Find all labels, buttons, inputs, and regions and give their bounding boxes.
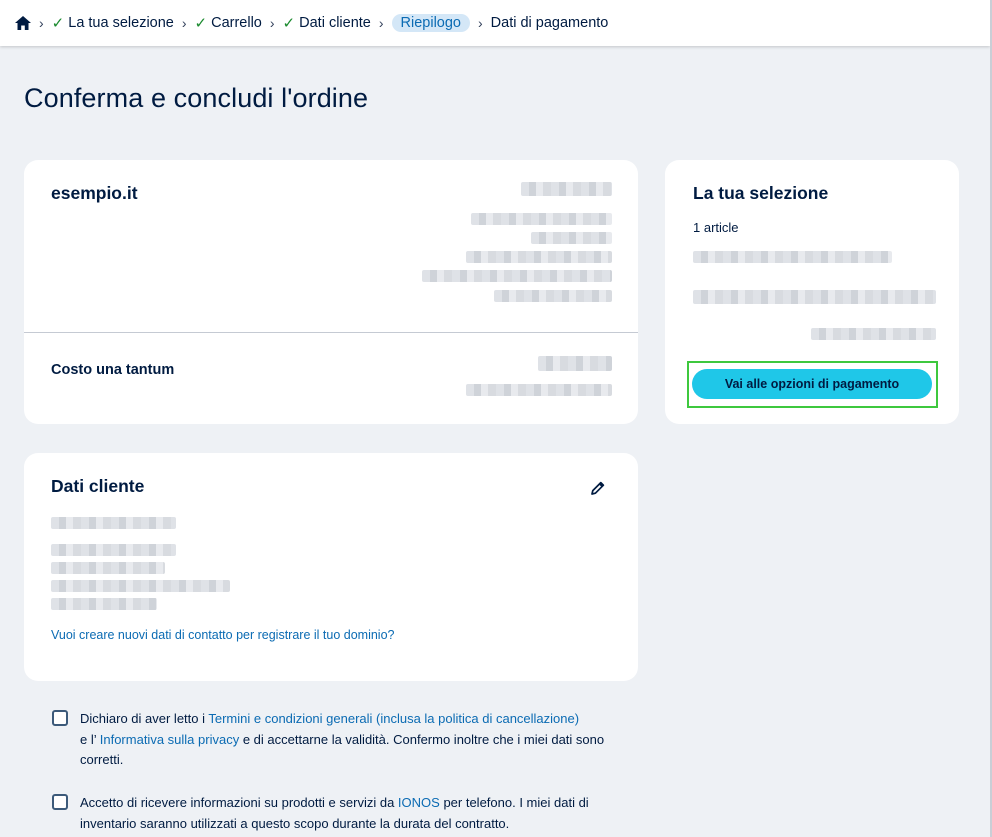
article-count: 1 article bbox=[693, 220, 739, 235]
redacted-text bbox=[521, 182, 612, 196]
terms-consent: Dichiaro di aver letto i Termini e condi… bbox=[52, 709, 612, 771]
redacted-text bbox=[51, 580, 230, 592]
selection-title: La tua selezione bbox=[693, 183, 829, 203]
breadcrumb-item-selection[interactable]: ✓ La tua selezione bbox=[52, 14, 174, 32]
domain-name: esempio.it bbox=[51, 183, 138, 203]
customer-title: Dati cliente bbox=[51, 476, 145, 496]
redacted-text bbox=[693, 290, 936, 304]
breadcrumb-label: Dati cliente bbox=[299, 15, 371, 31]
redacted-text bbox=[693, 251, 892, 263]
redacted-text bbox=[51, 544, 176, 556]
check-icon: ✓ bbox=[282, 15, 296, 32]
breadcrumb-item-cart[interactable]: ✓ Carrello bbox=[195, 14, 262, 32]
selection-card: La tua selezione 1 article Vai alle opzi… bbox=[665, 160, 959, 424]
check-icon: ✓ bbox=[51, 15, 65, 32]
breadcrumb-bar: › ✓ La tua selezione › ✓ Carrello › ✓ Dati … bbox=[0, 0, 990, 46]
new-contact-link[interactable]: Vuoi creare nuovi dati di contatto per r… bbox=[51, 628, 394, 642]
redacted-text bbox=[466, 251, 612, 263]
highlight-frame: Vai alle opzioni di pagamento bbox=[687, 361, 938, 408]
redacted-text bbox=[531, 232, 612, 244]
order-summary-card: esempio.it Costo una tantum bbox=[24, 160, 638, 424]
redacted-text bbox=[471, 213, 612, 225]
chevron-right-icon: › bbox=[181, 15, 187, 31]
customer-data-card: Dati cliente Vuoi creare nuovi dati di c… bbox=[24, 453, 638, 681]
redacted-text bbox=[422, 270, 612, 282]
page-title: Conferma e concludi l'ordine bbox=[24, 83, 369, 113]
one-time-cost-label: Costo una tantum bbox=[51, 362, 175, 378]
edit-pencil-icon[interactable] bbox=[589, 479, 607, 497]
redacted-text bbox=[538, 356, 612, 371]
go-to-payment-button[interactable]: Vai alle opzioni di pagamento bbox=[692, 369, 932, 399]
redacted-text bbox=[466, 384, 612, 396]
terms-checkbox[interactable] bbox=[52, 710, 68, 726]
breadcrumb-label: La tua selezione bbox=[68, 15, 174, 31]
redacted-text bbox=[494, 290, 612, 302]
divider bbox=[24, 332, 638, 333]
breadcrumb-item-payment: Dati di pagamento bbox=[490, 15, 609, 31]
redacted-text bbox=[51, 562, 165, 574]
terms-link[interactable]: Termini e condizioni generali (inclusa l… bbox=[208, 711, 579, 726]
marketing-consent: Accetto di ricevere informazioni su prod… bbox=[52, 793, 612, 834]
chevron-right-icon: › bbox=[478, 15, 483, 31]
home-icon[interactable] bbox=[15, 16, 31, 30]
breadcrumb-item-summary: Riepilogo bbox=[391, 14, 470, 32]
check-icon: ✓ bbox=[194, 15, 208, 32]
terms-text: Dichiaro di aver letto i Termini e condi… bbox=[80, 711, 605, 767]
privacy-link[interactable]: Informativa sulla privacy bbox=[100, 732, 239, 747]
marketing-checkbox[interactable] bbox=[52, 794, 68, 810]
redacted-text bbox=[811, 328, 936, 340]
marketing-text: Accetto di ricevere informazioni su prod… bbox=[80, 795, 589, 831]
chevron-right-icon: › bbox=[39, 15, 44, 31]
ionos-link[interactable]: IONOS bbox=[398, 795, 440, 810]
redacted-text bbox=[51, 598, 157, 610]
breadcrumb-item-customer[interactable]: ✓ Dati cliente bbox=[283, 14, 371, 32]
redacted-text bbox=[51, 517, 176, 529]
chevron-right-icon: › bbox=[378, 15, 384, 31]
chevron-right-icon: › bbox=[269, 15, 275, 31]
breadcrumb-label: Carrello bbox=[211, 15, 262, 31]
